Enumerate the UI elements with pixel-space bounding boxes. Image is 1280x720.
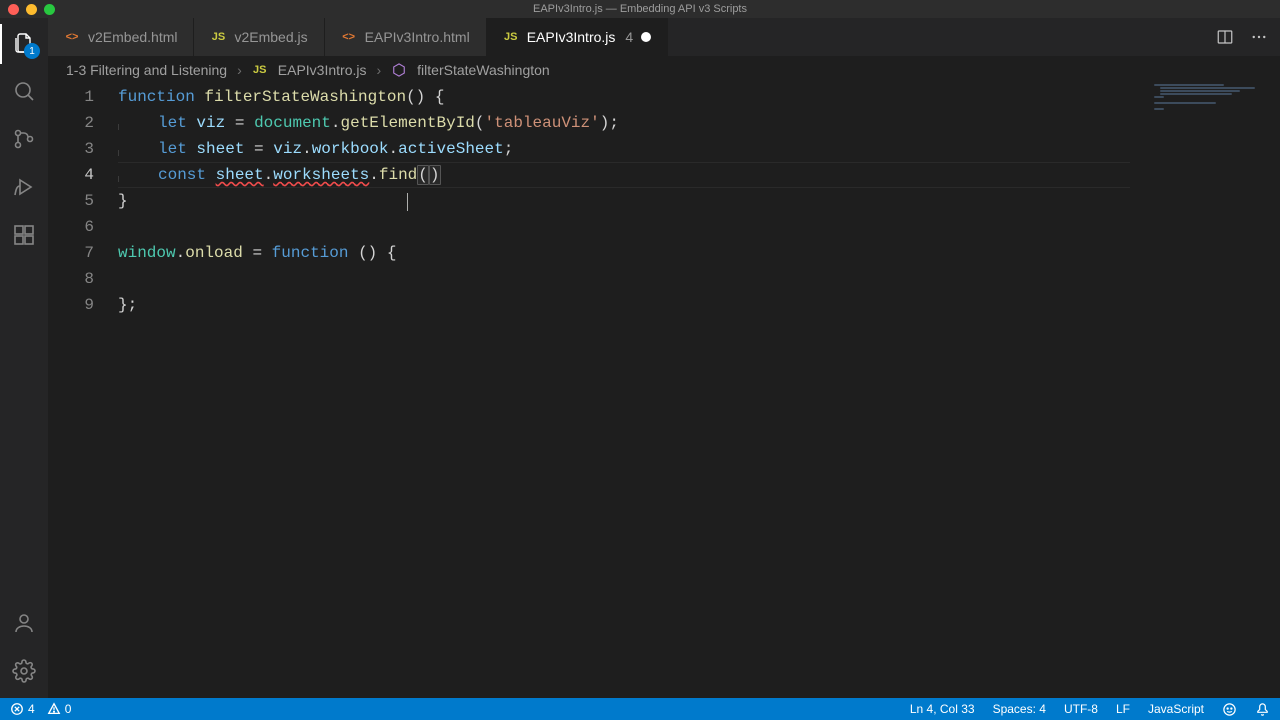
status-bar: 4 0 Ln 4, Col 33 Spaces: 4 UTF-8 LF Java…	[0, 698, 1280, 720]
activity-bar: 1	[0, 18, 48, 698]
split-editor-icon[interactable]	[1216, 28, 1234, 46]
html-file-icon: <>	[64, 29, 80, 45]
code-content[interactable]: function filterStateWashington() { let v…	[118, 84, 1280, 698]
js-file-icon: JS	[503, 29, 519, 45]
breadcrumb-file[interactable]: EAPIv3Intro.js	[278, 62, 367, 78]
settings-gear-icon[interactable]	[11, 658, 37, 684]
status-warnings[interactable]: 0	[47, 702, 72, 716]
explorer-badge: 1	[24, 43, 40, 59]
breadcrumbs[interactable]: 1-3 Filtering and Listening › JS EAPIv3I…	[48, 56, 1280, 84]
maximize-window-icon[interactable]	[44, 4, 55, 15]
title-bar: EAPIv3Intro.js — Embedding API v3 Script…	[0, 0, 1280, 18]
window-controls	[8, 4, 55, 15]
js-file-icon: JS	[210, 29, 226, 45]
chevron-right-icon: ›	[376, 62, 381, 78]
status-errors[interactable]: 4	[10, 702, 35, 716]
html-file-icon: <>	[341, 29, 357, 45]
tab-label: EAPIv3Intro.js	[527, 29, 616, 45]
editor-area: <> v2Embed.html JS v2Embed.js <> EAPIv3I…	[48, 18, 1280, 698]
window-title: EAPIv3Intro.js — Embedding API v3 Script…	[533, 3, 747, 15]
more-actions-icon[interactable]	[1250, 28, 1268, 46]
code-editor[interactable]: 1 2 3 4 5 6 7 8 9 function filterStateWa…	[48, 84, 1280, 698]
tab-problems-count: 4	[625, 29, 633, 45]
tab-bar: <> v2Embed.html JS v2Embed.js <> EAPIv3I…	[48, 18, 1280, 56]
dirty-indicator-icon	[641, 32, 651, 42]
tab-v2embed-js[interactable]: JS v2Embed.js	[194, 18, 324, 56]
tab-label: EAPIv3Intro.html	[365, 29, 470, 45]
extensions-icon[interactable]	[11, 222, 37, 248]
status-indentation[interactable]: Spaces: 4	[993, 702, 1046, 716]
run-debug-icon[interactable]	[11, 174, 37, 200]
explorer-icon[interactable]: 1	[11, 30, 37, 56]
status-eol[interactable]: LF	[1116, 702, 1130, 716]
status-cursor-position[interactable]: Ln 4, Col 33	[910, 702, 975, 716]
tab-eapiv3intro-html[interactable]: <> EAPIv3Intro.html	[325, 18, 487, 56]
status-encoding[interactable]: UTF-8	[1064, 702, 1098, 716]
minimize-window-icon[interactable]	[26, 4, 37, 15]
status-language[interactable]: JavaScript	[1148, 702, 1204, 716]
source-control-icon[interactable]	[11, 126, 37, 152]
method-symbol-icon	[391, 62, 407, 78]
breadcrumb-symbol[interactable]: filterStateWashington	[417, 62, 550, 78]
search-icon[interactable]	[11, 78, 37, 104]
chevron-right-icon: ›	[237, 62, 242, 78]
tab-v2embed-html[interactable]: <> v2Embed.html	[48, 18, 194, 56]
js-file-icon: JS	[252, 62, 268, 78]
tab-label: v2Embed.js	[234, 29, 307, 45]
tab-label: v2Embed.html	[88, 29, 177, 45]
line-number-gutter: 1 2 3 4 5 6 7 8 9	[48, 84, 118, 698]
feedback-icon[interactable]	[1222, 702, 1237, 717]
tab-eapiv3intro-js[interactable]: JS EAPIv3Intro.js 4	[487, 18, 669, 56]
text-cursor-icon	[407, 193, 408, 211]
warning-count: 0	[65, 702, 72, 716]
close-window-icon[interactable]	[8, 4, 19, 15]
notifications-bell-icon[interactable]	[1255, 702, 1270, 717]
breadcrumb-folder[interactable]: 1-3 Filtering and Listening	[66, 62, 227, 78]
accounts-icon[interactable]	[11, 610, 37, 636]
error-count: 4	[28, 702, 35, 716]
